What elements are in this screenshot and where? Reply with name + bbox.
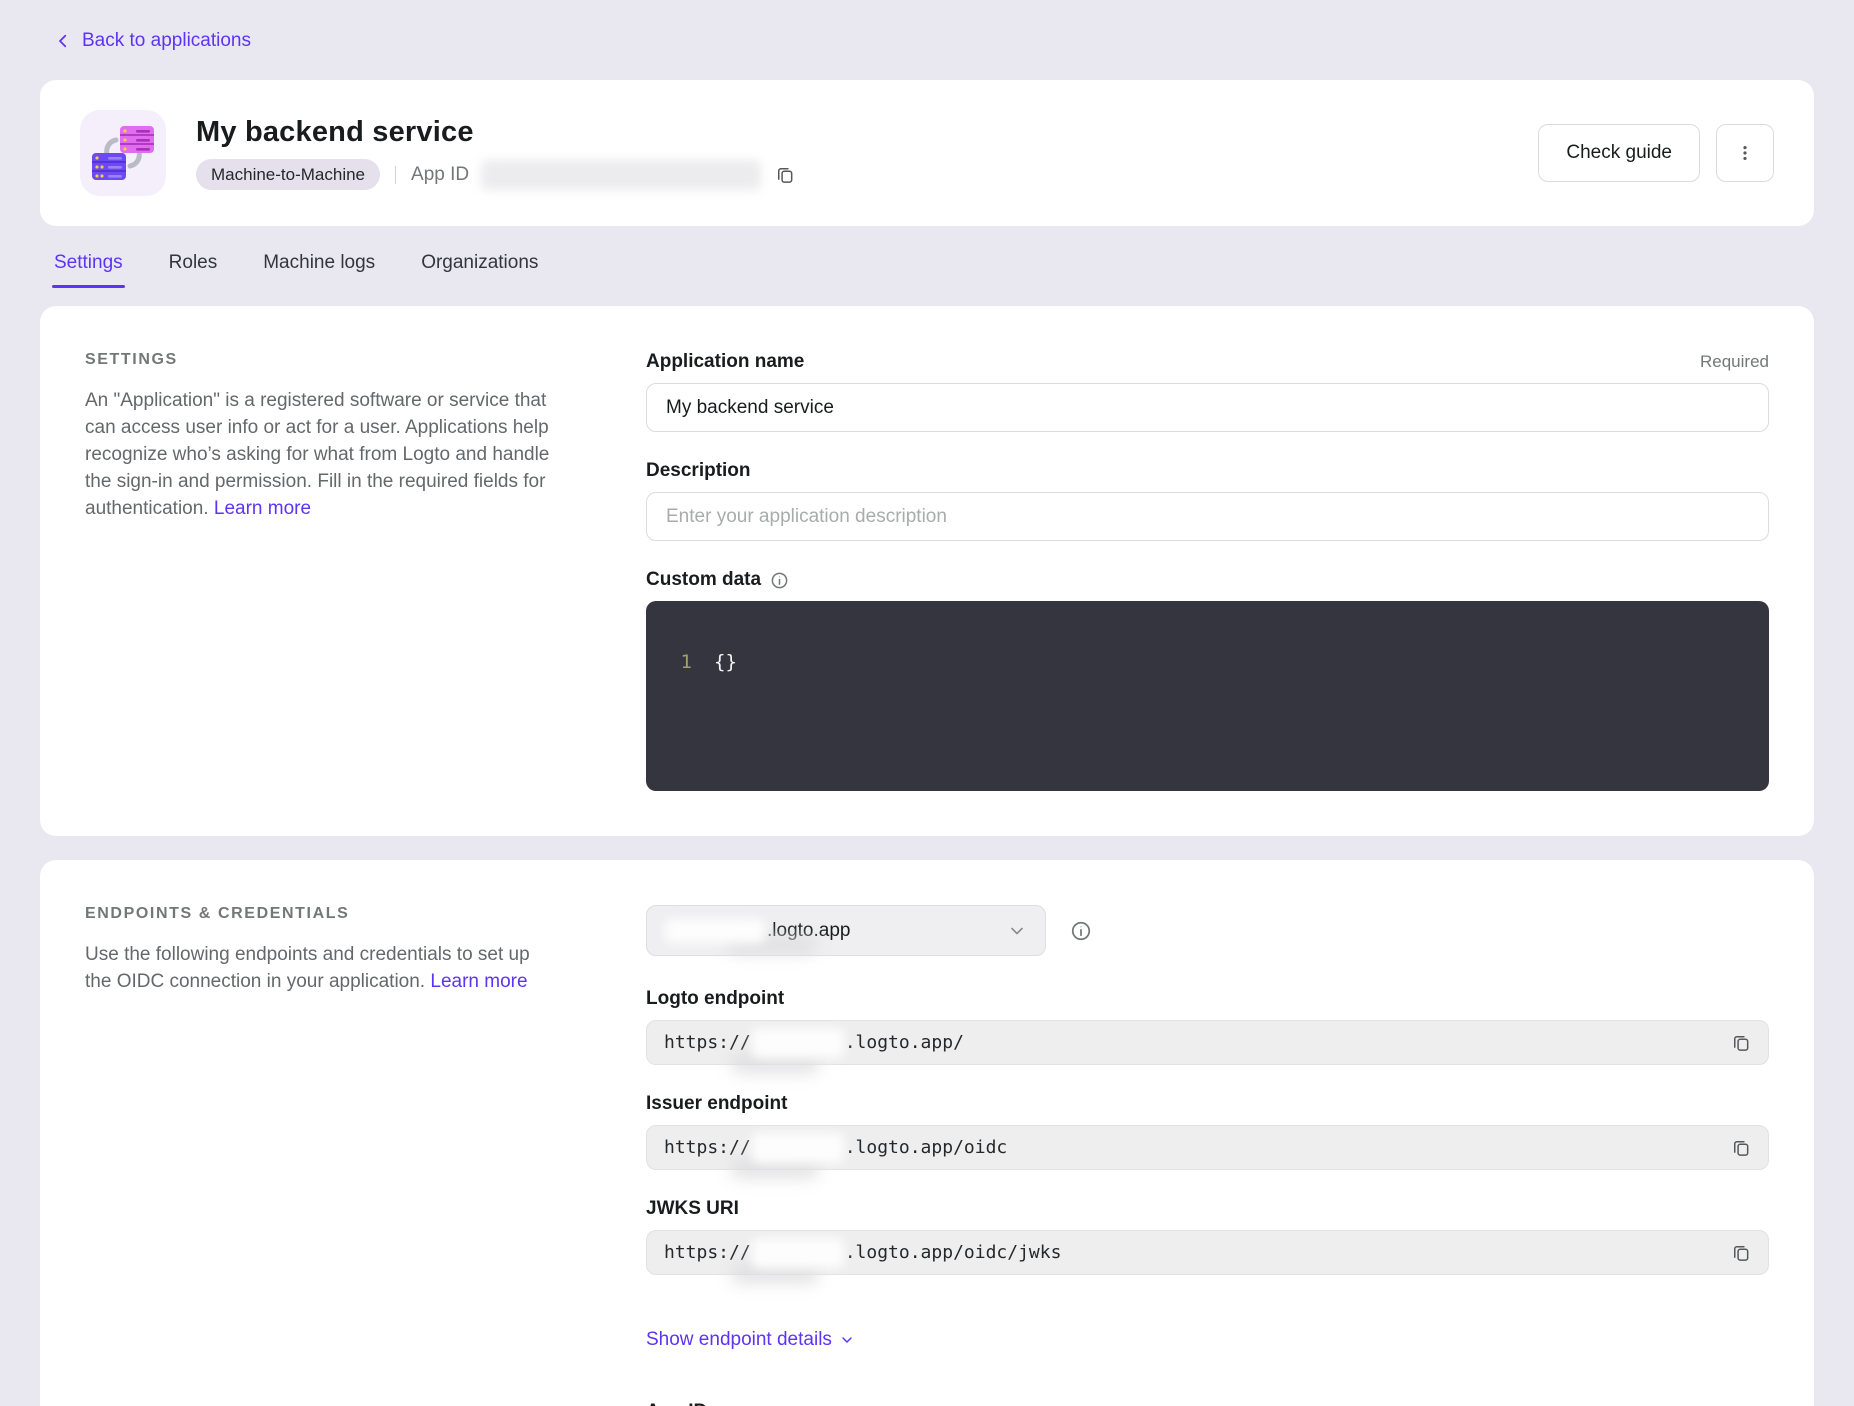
domain-redacted-prefix <box>665 919 765 943</box>
header-actions: Check guide <box>1538 124 1774 182</box>
back-row: Back to applications <box>40 0 1814 55</box>
required-tag: Required <box>1700 352 1769 372</box>
endpoint-suffix: .logto.app/oidc/jwks <box>845 1242 1062 1263</box>
settings-card: SETTINGS An "Application" is a registere… <box>40 306 1814 836</box>
more-options-button[interactable] <box>1716 124 1774 182</box>
issuer-endpoint-label: Issuer endpoint <box>646 1093 787 1115</box>
back-link-label: Back to applications <box>82 30 251 52</box>
app-id-group: App ID <box>646 1401 1769 1406</box>
description-input[interactable] <box>646 492 1769 541</box>
endpoints-form: .logto.app Logto endpoint https:// .logto… <box>646 905 1769 1406</box>
application-details-page: Back to applications <box>0 0 1854 1406</box>
endpoint-suffix: .logto.app/oidc <box>845 1137 1008 1158</box>
page-title: My backend service <box>196 116 795 149</box>
logto-endpoint-value-field[interactable]: https:// .logto.app/ <box>646 1020 1769 1065</box>
endpoint-suffix: .logto.app/ <box>845 1032 964 1053</box>
copy-icon[interactable] <box>775 165 795 185</box>
jwks-uri-group: JWKS URI https:// .logto.app/oidc/jwks <box>646 1198 1769 1275</box>
tab-roles[interactable]: Roles <box>169 252 218 274</box>
custom-data-field-group: Custom data 1 {} <box>646 569 1769 791</box>
description-field-group: Description <box>646 460 1769 541</box>
check-guide-button[interactable]: Check guide <box>1538 124 1700 182</box>
app-type-badge: Machine-to-Machine <box>196 159 380 190</box>
domain-select[interactable]: .logto.app <box>646 905 1046 956</box>
editor-code-content: {} <box>714 651 737 673</box>
editor-line-number: 1 <box>670 651 692 673</box>
application-name-input[interactable] <box>646 383 1769 432</box>
tab-settings[interactable]: Settings <box>54 252 123 274</box>
show-details-label: Show endpoint details <box>646 1329 832 1351</box>
settings-description-text: An "Application" is a registered softwar… <box>85 390 549 519</box>
app-header-card: My backend service Machine-to-Machine Ap… <box>40 80 1814 226</box>
application-name-label: Application name <box>646 351 804 373</box>
application-name-field-group: Application name Required <box>646 351 1769 432</box>
settings-section-description: An "Application" is a registered softwar… <box>85 387 560 522</box>
description-label: Description <box>646 460 751 482</box>
copy-icon[interactable] <box>1731 1138 1751 1158</box>
app-id-label: App ID <box>411 164 469 186</box>
endpoint-redacted-tenant <box>752 1238 844 1268</box>
endpoints-section-intro: ENDPOINTS & CREDENTIALS Use the followin… <box>85 905 560 995</box>
settings-section-title: SETTINGS <box>85 351 560 369</box>
app-header-info: My backend service Machine-to-Machine Ap… <box>196 116 795 190</box>
copy-icon[interactable] <box>1731 1033 1751 1053</box>
app-id-field-label: App ID <box>646 1401 707 1406</box>
back-to-applications-link[interactable]: Back to applications <box>54 30 251 52</box>
tab-organizations[interactable]: Organizations <box>421 252 538 274</box>
chevron-down-icon <box>1007 921 1027 941</box>
endpoint-prefix: https:// <box>664 1032 751 1053</box>
app-id-redacted-value <box>481 160 761 190</box>
endpoints-section-title: ENDPOINTS & CREDENTIALS <box>85 905 560 923</box>
logto-endpoint-group: Logto endpoint https:// .logto.app/ <box>646 988 1769 1065</box>
copy-icon[interactable] <box>1731 1243 1751 1263</box>
info-icon[interactable] <box>770 571 789 590</box>
meta-divider <box>395 166 396 184</box>
kebab-menu-icon <box>1735 143 1755 163</box>
jwks-uri-label: JWKS URI <box>646 1198 739 1220</box>
chevron-left-icon <box>54 32 72 50</box>
endpoints-credentials-card: ENDPOINTS & CREDENTIALS Use the followin… <box>40 860 1814 1406</box>
logto-endpoint-label: Logto endpoint <box>646 988 784 1010</box>
endpoint-prefix: https:// <box>664 1137 751 1158</box>
endpoints-learn-more-link[interactable]: Learn more <box>430 971 527 992</box>
domain-select-row: .logto.app <box>646 905 1769 956</box>
issuer-endpoint-value-field[interactable]: https:// .logto.app/oidc <box>646 1125 1769 1170</box>
issuer-endpoint-group: Issuer endpoint https:// .logto.app/oidc <box>646 1093 1769 1170</box>
chevron-down-icon <box>839 1332 855 1348</box>
settings-section-intro: SETTINGS An "Application" is a registere… <box>85 351 560 522</box>
custom-data-code-editor[interactable]: 1 {} <box>646 601 1769 791</box>
machine-to-machine-app-icon <box>80 110 166 196</box>
jwks-uri-value-field[interactable]: https:// .logto.app/oidc/jwks <box>646 1230 1769 1275</box>
tab-machine-logs[interactable]: Machine logs <box>263 252 375 274</box>
show-endpoint-details-link[interactable]: Show endpoint details <box>646 1329 855 1351</box>
endpoint-redacted-tenant <box>752 1028 844 1058</box>
domain-select-value: .logto.app <box>767 920 850 942</box>
settings-form: Application name Required Description Cu… <box>646 351 1769 791</box>
settings-learn-more-link[interactable]: Learn more <box>214 498 311 519</box>
endpoint-prefix: https:// <box>664 1242 751 1263</box>
endpoint-redacted-tenant <box>752 1133 844 1163</box>
info-icon[interactable] <box>1070 920 1092 942</box>
custom-data-label: Custom data <box>646 569 761 591</box>
endpoints-section-description: Use the following endpoints and credenti… <box>85 941 560 995</box>
tab-bar: Settings Roles Machine logs Organization… <box>54 252 1814 290</box>
app-meta-row: Machine-to-Machine App ID <box>196 159 795 190</box>
